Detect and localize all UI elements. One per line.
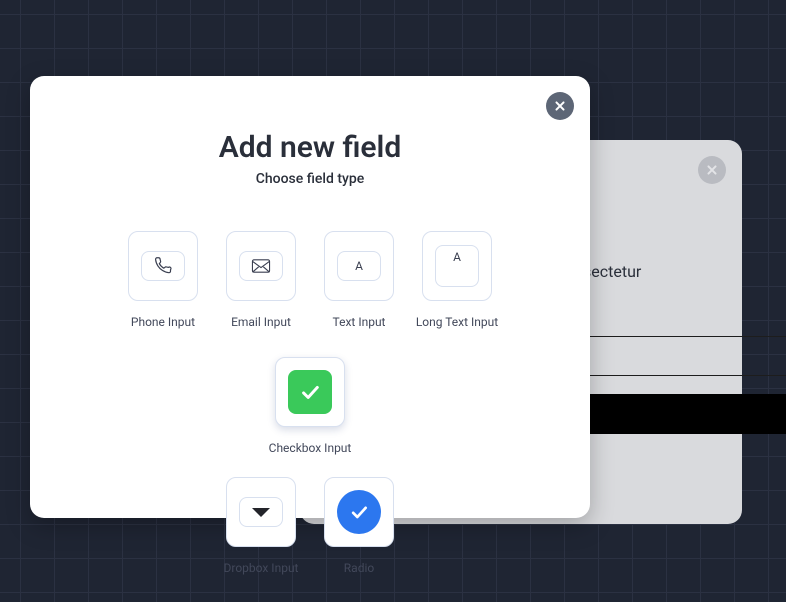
add-field-modal: Add new field Choose field type Phone In… — [30, 76, 590, 518]
field-type-label: Text Input — [333, 315, 386, 329]
field-type-label: Dropbox Input — [224, 561, 299, 575]
field-type-label: Checkbox Input — [269, 441, 352, 455]
field-type-dropbox[interactable]: Dropbox Input — [226, 477, 296, 575]
field-type-checkbox[interactable]: Checkbox Input — [275, 357, 345, 455]
field-type-label: Radio — [344, 561, 374, 575]
field-type-grid: Phone Input Email Input A Text — [30, 231, 590, 455]
field-type-long-text[interactable]: A Long Text Input — [422, 231, 492, 329]
field-type-radio[interactable]: Radio — [324, 477, 394, 575]
modal-title: Add new field — [30, 130, 590, 165]
field-type-label: Phone Input — [131, 315, 195, 329]
field-type-phone[interactable]: Phone Input — [128, 231, 198, 329]
modal-close-button[interactable] — [546, 92, 574, 120]
field-type-email[interactable]: Email Input — [226, 231, 296, 329]
background-text: sectetur — [583, 262, 641, 281]
field-type-label: Long Text Input — [416, 315, 498, 329]
field-type-text[interactable]: A Text Input — [324, 231, 394, 329]
check-icon — [349, 502, 369, 522]
background-close-button[interactable] — [698, 156, 726, 184]
close-icon — [554, 100, 566, 112]
field-type-label: Email Input — [231, 315, 291, 329]
text-icon: A — [355, 259, 363, 273]
chevron-down-icon — [252, 508, 270, 517]
long-text-icon: A — [453, 250, 461, 264]
field-type-grid-row2: Dropbox Input Radio — [30, 477, 590, 575]
modal-subtitle: Choose field type — [30, 171, 590, 187]
mail-icon — [251, 259, 271, 273]
phone-icon — [154, 257, 172, 275]
close-icon — [706, 164, 718, 176]
check-icon — [299, 381, 321, 403]
